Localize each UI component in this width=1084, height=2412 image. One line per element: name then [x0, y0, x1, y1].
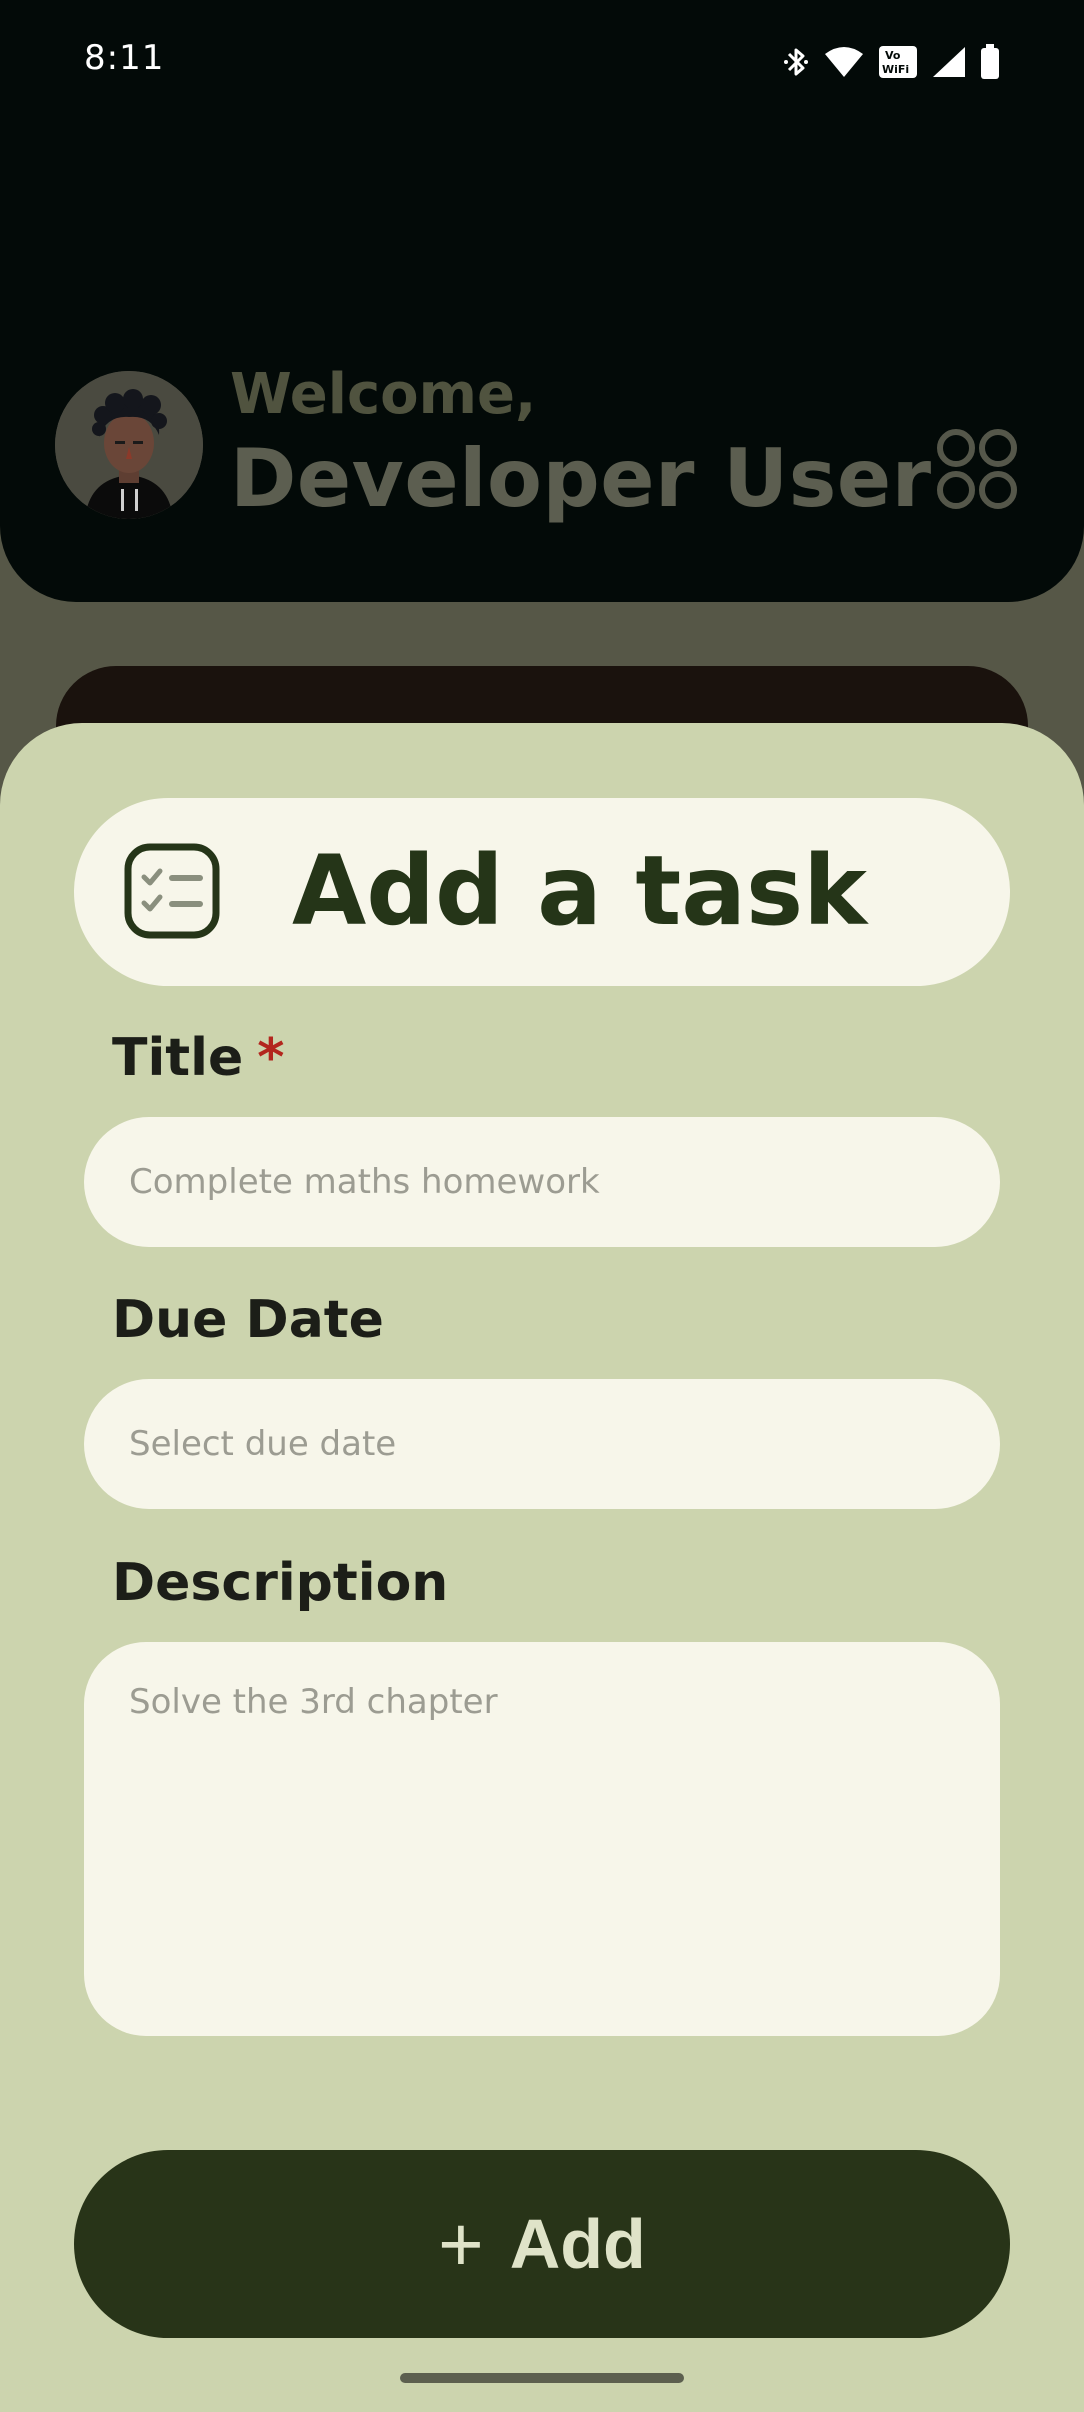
plus-icon: +: [438, 2200, 484, 2288]
welcome-text: Welcome,: [230, 362, 537, 427]
add-button-label: Add: [509, 2205, 646, 2283]
add-task-button[interactable]: + Add: [74, 2150, 1010, 2338]
home-indicator[interactable]: [400, 2373, 684, 2383]
svg-text:WiFi: WiFi: [882, 63, 909, 76]
description-label: Description: [112, 1553, 449, 1613]
grid-menu-icon[interactable]: [936, 428, 1018, 510]
top-panel: 8:11 Vo WiFi Welcome, Developer User: [0, 0, 1084, 602]
wifi-icon: [825, 47, 863, 77]
description-input[interactable]: [84, 1642, 1000, 2036]
avatar[interactable]: [55, 371, 203, 519]
status-icons: Vo WiFi: [782, 42, 1000, 82]
vowifi-icon: Vo WiFi: [879, 46, 917, 78]
due-date-label: Due Date: [112, 1290, 384, 1350]
user-name: Developer User: [230, 432, 932, 525]
avatar-image: [55, 371, 203, 519]
bluetooth-icon: [784, 48, 808, 76]
due-date-placeholder: Select due date: [129, 1424, 397, 1464]
task-list-icon: [124, 843, 220, 939]
svg-text:Vo: Vo: [885, 49, 901, 62]
title-input[interactable]: [84, 1117, 1000, 1247]
due-date-field[interactable]: Select due date: [84, 1379, 1000, 1509]
required-indicator: *: [257, 1028, 285, 1088]
battery-icon: [981, 44, 999, 79]
title-label-text: Title: [112, 1028, 244, 1088]
title-label: Title *: [112, 1028, 284, 1088]
cell-signal-icon: [933, 47, 965, 77]
status-time: 8:11: [84, 38, 165, 78]
sheet-title: Add a task: [292, 835, 868, 947]
